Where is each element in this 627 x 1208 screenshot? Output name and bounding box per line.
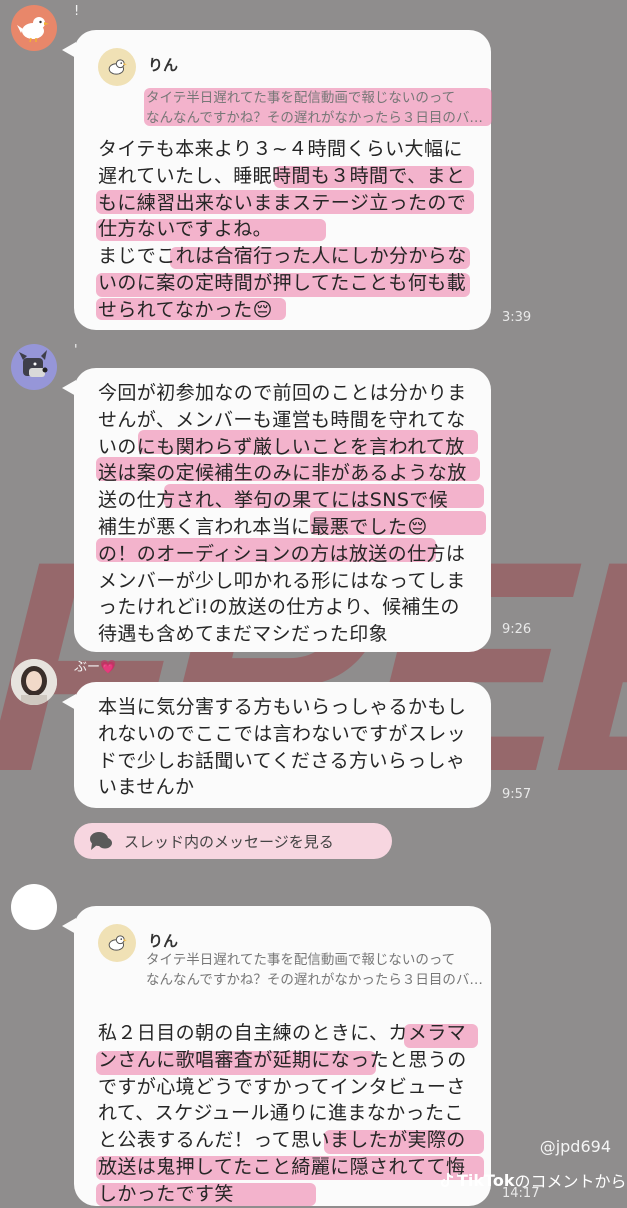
message-3: ぶー💗 本当に気分害する方もいらっしゃるかもし れないのでここでは言わないですが… [0, 655, 627, 815]
tiktok-suffix: のコメントから [514, 1172, 627, 1191]
bubble-tail [62, 42, 76, 58]
timestamp: 3:39 [502, 310, 532, 325]
quote-text: タイテ半日遅れてた事を配信動画で報じないのって なんなんですかね？その遅れがなか… [146, 952, 483, 988]
message-text: 本当に気分害する方もいらっしゃるかもし れないのでここでは言わないですがスレッ … [98, 696, 467, 799]
quoted-message[interactable]: りん タイテ半日遅れてた事を配信動画で報じないのって なんなんですかね？その遅れ… [98, 924, 483, 988]
message-2: ' 今回が初参加なので前回のことは分かりま せんが、メンバーも運営も時間を守れて… [0, 340, 627, 660]
girl-photo-icon [11, 659, 57, 705]
message-bubble[interactable]: 今回が初参加なので前回のことは分かりま せんが、メンバーも運営も時間を守れてな … [62, 368, 491, 652]
message-text: 今回が初参加なので前回のことは分かりま せんが、メンバーも運営も時間を守れてな … [98, 382, 467, 646]
message-text: 私２日目の朝の自主練のときに、カメラマ ンさんに歌唱審査が延期になったと思うの … [98, 1022, 467, 1205]
bird-icon [17, 17, 49, 43]
avatar[interactable] [11, 884, 57, 930]
speech-bubble-icon [90, 832, 112, 850]
bubble-tail [62, 918, 76, 934]
quote-avatar [98, 48, 136, 86]
message-4: りん タイテ半日遅れてた事を配信動画で報じないのって なんなんですかね？その遅れ… [0, 880, 627, 1206]
quote-author: りん [148, 932, 179, 950]
avatar[interactable] [11, 5, 57, 51]
dog-icon [19, 350, 48, 377]
message-text: タイテも本来より３~４時間くらい大幅に 遅れていたし、睡眠時間も３時間で、まと … [98, 138, 467, 321]
message-bubble[interactable]: りん タイテ半日遅れてた事を配信動画で報じないのって なんなんですかね？その遅れ… [62, 906, 491, 1206]
message-1: ! りん タイテ半日遅れてた事を配信動画で報じないのって なんなんですかね？その… [0, 0, 627, 335]
message-bubble[interactable]: 本当に気分害する方もいらっしゃるかもし れないのでここでは言わないですがスレッ … [62, 682, 491, 808]
tiktok-brand: TikTok [457, 1170, 515, 1190]
quote-text: タイテ半日遅れてた事を配信動画で報じないのって なんなんですかね？その遅れがなか… [146, 90, 483, 126]
quote-avatar [98, 924, 136, 962]
avatar[interactable] [11, 659, 57, 705]
message-bubble[interactable]: りん タイテ半日遅れてた事を配信動画で報じないのって なんなんですかね？その遅れ… [62, 30, 492, 330]
sender-name: ぶー💗 [74, 660, 117, 675]
tiktok-watermark: TikTok のコメントから [440, 1168, 626, 1192]
bird-icon [108, 935, 127, 951]
quote-author: りん [148, 56, 179, 74]
bubble-tail [62, 380, 76, 396]
quoted-message[interactable]: りん タイテ半日遅れてた事を配信動画で報じないのって なんなんですかね？その遅れ… [98, 48, 492, 126]
creator-handle: @jpd694 [539, 1137, 611, 1156]
bird-icon [108, 59, 127, 75]
bubble-tail [62, 694, 76, 710]
avatar[interactable] [11, 344, 57, 390]
sender-name: ' [74, 343, 78, 358]
view-thread-label: スレッド内のメッセージを見る [124, 832, 334, 851]
tiktok-icon [441, 1172, 454, 1187]
timestamp: 9:57 [502, 787, 532, 802]
timestamp: 9:26 [502, 622, 532, 637]
view-thread-button[interactable]: スレッド内のメッセージを見る [74, 823, 392, 859]
sender-name: ! [74, 4, 80, 19]
